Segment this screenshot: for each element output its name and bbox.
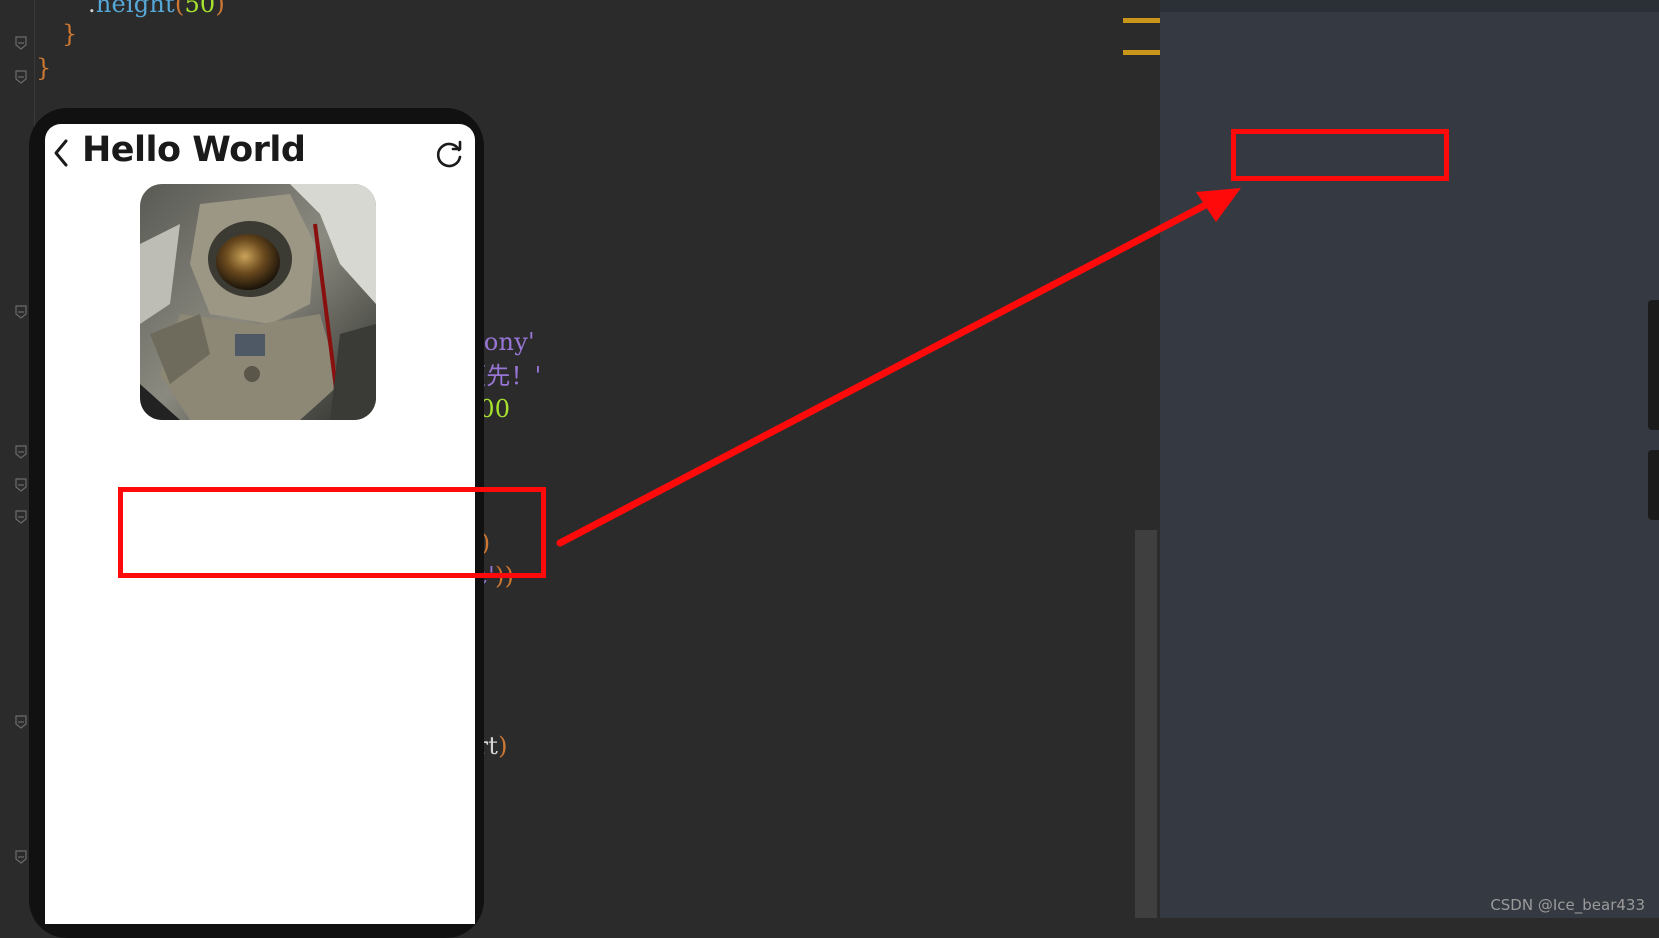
fold-marker-icon[interactable] [15, 36, 27, 50]
editor-scrollbar[interactable] [1135, 530, 1157, 918]
fold-marker-icon[interactable] [15, 478, 27, 492]
highlight-box-title [1231, 129, 1449, 181]
code-token: ) [215, 0, 225, 18]
device-side-button [1648, 450, 1659, 520]
code-token: height [95, 0, 175, 18]
highlight-box-code [118, 487, 546, 578]
fold-marker-icon[interactable] [15, 715, 27, 729]
fold-marker-icon[interactable] [15, 70, 27, 84]
marker [1123, 18, 1160, 23]
code-line[interactable]: .height(50) [88, 0, 225, 20]
fold-marker-icon[interactable] [15, 305, 27, 319]
code-token: } [62, 20, 78, 48]
refresh-icon[interactable] [433, 138, 465, 170]
marker [1123, 50, 1160, 55]
code-token: } [36, 54, 52, 82]
code-token: ( [174, 0, 185, 18]
header-title: Hello World [82, 130, 306, 170]
watermark: CSDN @Ice_bear433 [1490, 896, 1645, 914]
code-token: 50 [184, 0, 216, 18]
fold-marker-icon[interactable] [15, 445, 27, 459]
code-token: . [88, 0, 96, 18]
fold-marker-icon[interactable] [15, 850, 27, 864]
chevron-left-icon[interactable] [53, 138, 69, 168]
fold-marker-icon[interactable] [15, 510, 27, 524]
code-line[interactable]: } [36, 52, 51, 84]
code-line[interactable]: } [62, 18, 77, 50]
previewer-toolbar [1160, 0, 1659, 12]
code-token: ) [498, 732, 508, 760]
astronaut-image [140, 184, 376, 420]
device-side-button [1648, 300, 1659, 430]
